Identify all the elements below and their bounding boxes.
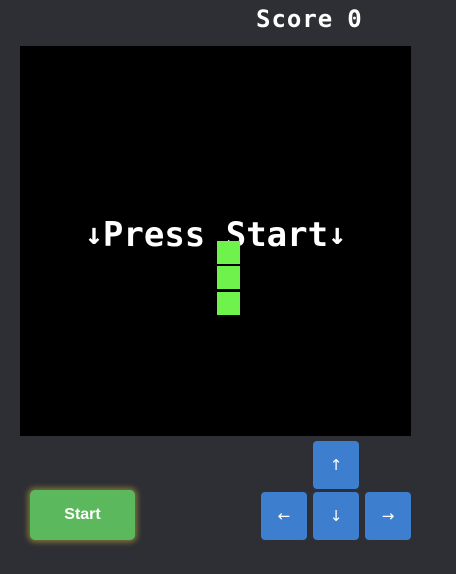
down-arrow-icon: ↓: [84, 217, 103, 252]
arrow-right-icon: →: [381, 507, 395, 525]
arrow-up-icon: ↑: [329, 456, 343, 474]
press-start-message: ↓ Press Start ↓: [20, 211, 411, 259]
arrow-left-icon: ←: [277, 507, 291, 525]
down-button[interactable]: ↓: [313, 492, 359, 540]
left-button[interactable]: ←: [261, 492, 307, 540]
arrow-down-icon: ↓: [329, 507, 343, 525]
right-button[interactable]: →: [365, 492, 411, 540]
game-board[interactable]: ↓ Press Start ↓: [20, 46, 411, 436]
snake-segment: [216, 291, 240, 315]
snake-segment: [216, 240, 240, 264]
press-start-text: Press Start: [102, 215, 329, 255]
down-arrow-icon: ↓: [328, 217, 347, 252]
score-display: Score 0: [256, 4, 456, 34]
score-label: Score: [256, 5, 334, 33]
start-button[interactable]: Start: [30, 490, 135, 540]
up-button[interactable]: ↑: [313, 441, 359, 489]
score-value: 0: [347, 5, 363, 33]
snake-segment: [216, 266, 240, 289]
